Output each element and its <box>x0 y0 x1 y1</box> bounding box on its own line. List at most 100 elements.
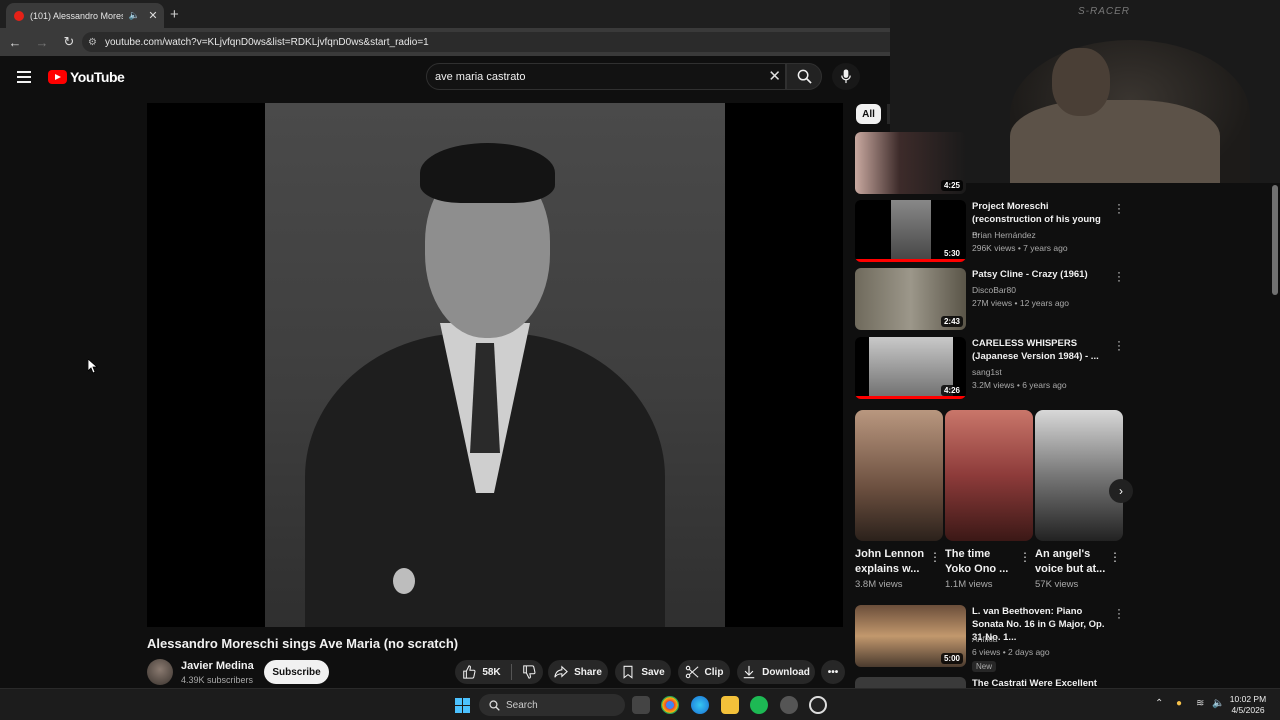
more-vert-icon[interactable]: ⋮ <box>1109 550 1121 564</box>
video-meta: 296K views • 7 years ago <box>972 243 1068 253</box>
site-info-icon[interactable]: ⚙ <box>88 37 97 48</box>
browser-toolbar: ← → ↻ ⚙ youtube.com/watch?v=KLjvfqnD0ws&… <box>0 28 890 56</box>
system-clock[interactable]: 10:02 PM 4/5/2026 <box>1228 694 1268 716</box>
new-tab-button[interactable]: + <box>170 6 179 23</box>
video-thumbnail[interactable]: 4:26 <box>855 337 966 399</box>
more-vert-icon[interactable]: · · · <box>1115 266 1123 286</box>
back-icon[interactable]: ← <box>3 35 27 50</box>
youtube-logo[interactable]: YouTube <box>48 69 125 85</box>
wifi-icon[interactable]: ≋ <box>1196 698 1204 709</box>
scrollbar-thumb[interactable] <box>1272 185 1278 295</box>
video-meta: 27M views • 12 years ago <box>972 298 1069 308</box>
duration-badge: 5:00 <box>940 653 963 664</box>
youtube-play-icon <box>48 70 67 84</box>
clear-search-icon[interactable]: ✕ <box>768 67 781 85</box>
video-thumbnail[interactable]: 5:00 <box>855 605 966 667</box>
search-input[interactable]: ave maria castrato ✕ <box>426 63 786 90</box>
watch-progress-bar <box>855 259 966 262</box>
microphone-icon[interactable]: ● <box>1176 698 1182 709</box>
channel-name[interactable]: Anfikla <box>972 634 998 644</box>
thumbnail-image <box>891 200 931 262</box>
app-icon[interactable] <box>780 696 798 714</box>
search-button[interactable] <box>786 63 822 90</box>
subscriber-count: 4.39K subscribers <box>181 675 254 685</box>
recommendation-item[interactable]: 4:26 CARELESS WHISPERS (Japanese Version… <box>855 335 1135 401</box>
chrome-icon[interactable] <box>661 696 679 714</box>
menu-icon[interactable] <box>17 71 31 86</box>
recommendation-item[interactable]: 2:43 Patsy Cline - Crazy (1961) DiscoBar… <box>855 266 1135 332</box>
download-button[interactable]: Download <box>737 660 815 684</box>
channel-name[interactable]: DiscoBar80 <box>972 285 1016 295</box>
volume-icon[interactable]: 🔈 <box>1212 698 1224 709</box>
clock-time: 10:02 PM <box>1229 694 1267 704</box>
channel-name[interactable]: Javier Medina <box>181 660 254 672</box>
channel-name[interactable]: Brian Hernández <box>972 230 1036 240</box>
short-item[interactable]: John Lennon explains w... ⋮ 3.8M views <box>855 410 943 590</box>
tab-title: (101) Alessandro Moreschi <box>30 10 123 21</box>
url-text: youtube.com/watch?v=KLjvfqnD0ws&list=RDK… <box>104 36 429 48</box>
short-views: 57K views <box>1035 579 1079 590</box>
video-meta: 6 views • 2 days ago <box>972 647 1050 657</box>
short-item[interactable]: The time Yoko Ono ... ⋮ 1.1M views <box>945 410 1033 590</box>
duration-badge: 4:26 <box>940 385 963 396</box>
search-query: ave maria castrato <box>435 70 526 83</box>
duration-badge: 4:25 <box>940 180 963 191</box>
short-item[interactable]: An angel's voice but at... ⋮ 57K views <box>1035 410 1123 590</box>
more-actions-button[interactable]: ••• <box>821 660 845 684</box>
speaker-icon[interactable]: 🔈 <box>129 10 140 21</box>
windows-taskbar: Search ⌃ ● ≋ 🔈 10:02 PM 4/5/2026 <box>0 688 1280 720</box>
channel-avatar[interactable] <box>147 659 173 685</box>
video-thumbnail[interactable]: 5:30 <box>855 200 966 262</box>
webcam-person-head <box>1052 48 1110 116</box>
windows-start-icon[interactable] <box>455 698 470 713</box>
video-player[interactable] <box>147 103 843 627</box>
chip-all[interactable]: All <box>856 104 881 124</box>
app-icon[interactable] <box>809 696 827 714</box>
more-vert-icon[interactable]: ⋮ <box>929 550 941 564</box>
short-title[interactable]: The time Yoko Ono ... <box>945 547 1017 577</box>
reload-icon[interactable]: ↻ <box>57 34 81 50</box>
chip-next[interactable] <box>887 104 890 124</box>
video-thumbnail[interactable] <box>855 677 966 688</box>
subscribe-button[interactable]: Subscribe <box>264 660 329 684</box>
video-title[interactable]: Patsy Cline - Crazy (1961) <box>972 268 1110 281</box>
spotify-icon[interactable] <box>750 696 768 714</box>
taskbar-search[interactable]: Search <box>479 694 625 716</box>
close-tab-icon[interactable]: ✕ <box>146 9 160 22</box>
address-bar[interactable]: ⚙ youtube.com/watch?v=KLjvfqnD0ws&list=R… <box>82 32 890 52</box>
edge-icon[interactable] <box>691 696 709 714</box>
chevron-right-icon[interactable]: › <box>1109 479 1133 503</box>
more-vert-icon[interactable]: · · · <box>1115 198 1123 218</box>
recommendation-item[interactable]: 4:25 <box>855 132 1135 196</box>
video-thumbnail[interactable]: 4:25 <box>855 132 966 194</box>
voice-search-button[interactable] <box>832 63 860 90</box>
short-thumbnail[interactable] <box>945 410 1033 541</box>
short-thumbnail[interactable] <box>855 410 943 541</box>
more-vert-icon[interactable]: · · · <box>1115 603 1123 623</box>
clip-button[interactable]: Clip <box>678 660 730 684</box>
recommendation-item[interactable]: 5:00 L. van Beethoven: Piano Sonata No. … <box>855 603 1135 672</box>
browser-tab-bar: (101) Alessandro Moreschi 🔈 ✕ + <box>0 0 890 28</box>
chevron-up-icon[interactable]: ⌃ <box>1155 698 1163 709</box>
video-title[interactable]: CARELESS WHISPERS (Japanese Version 1984… <box>972 337 1110 363</box>
video-thumbnail[interactable]: 2:43 <box>855 268 966 330</box>
short-title[interactable]: An angel's voice but at... <box>1035 547 1107 577</box>
download-icon <box>743 665 755 679</box>
task-view-icon[interactable] <box>632 696 650 714</box>
save-button[interactable]: Save <box>615 660 671 684</box>
more-vert-icon[interactable]: · · · <box>1115 335 1123 355</box>
recommendation-item[interactable]: 5:30 Project Moreschi (reconstruction of… <box>855 198 1135 264</box>
short-title[interactable]: John Lennon explains w... <box>855 547 927 577</box>
recommendation-item[interactable]: The Castrati Were Excellent <box>855 677 1135 688</box>
file-explorer-icon[interactable] <box>721 696 739 714</box>
browser-tab[interactable]: (101) Alessandro Moreschi 🔈 ✕ <box>6 3 164 28</box>
thumbs-down-icon <box>522 665 536 679</box>
dislike-button[interactable] <box>522 665 536 679</box>
short-thumbnail[interactable] <box>1035 410 1123 541</box>
share-button[interactable]: Share <box>548 660 608 684</box>
forward-icon[interactable]: → <box>30 35 54 50</box>
video-title[interactable]: The Castrati Were Excellent <box>972 677 1110 688</box>
like-button[interactable]: 58K <box>462 665 501 679</box>
channel-name[interactable]: sang1st <box>972 367 1002 377</box>
more-vert-icon[interactable]: ⋮ <box>1019 550 1031 564</box>
